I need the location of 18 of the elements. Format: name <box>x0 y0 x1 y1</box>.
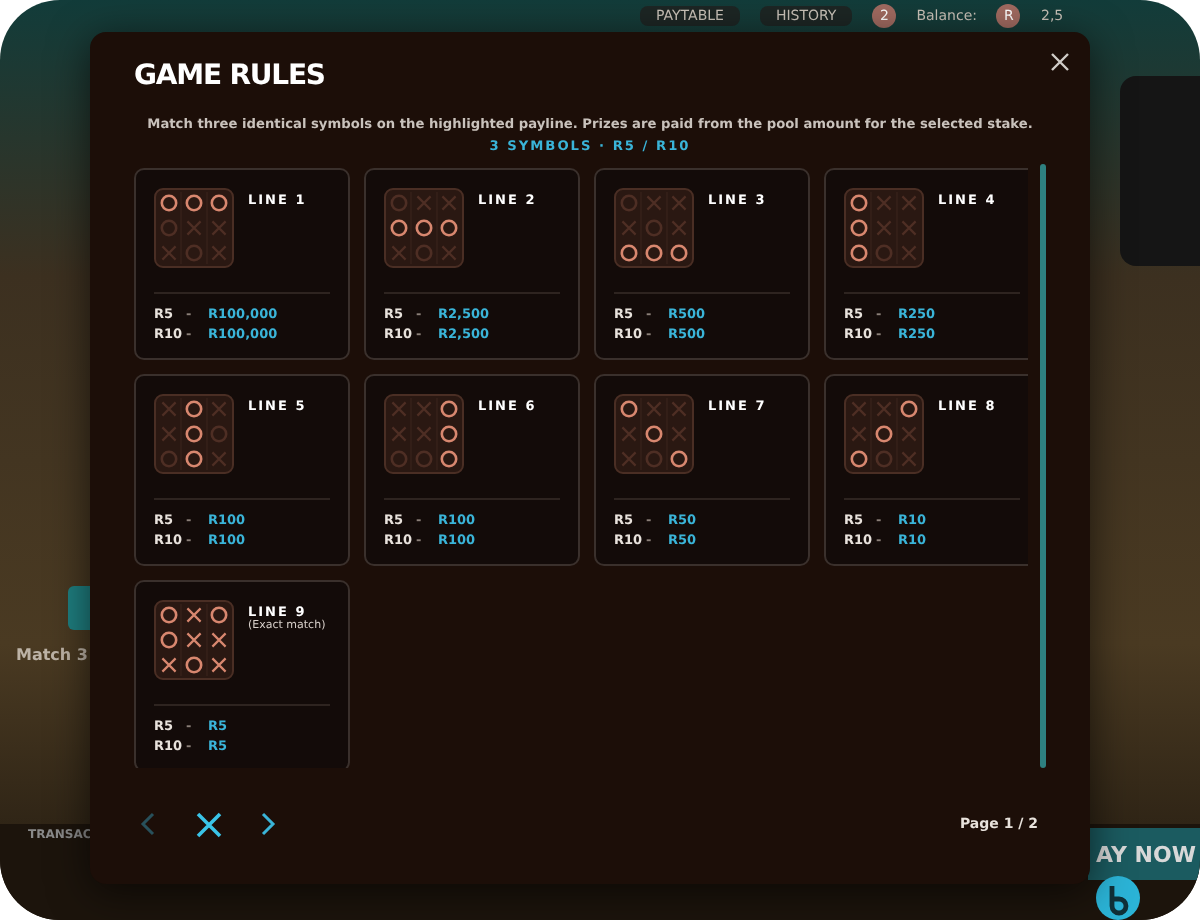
scrollbar-thumb[interactable] <box>1040 164 1046 768</box>
hint-text: Match 3 <box>16 646 90 664</box>
payline-grid-icon <box>844 188 924 268</box>
cross-icon[interactable] <box>194 808 222 840</box>
dialog-title: GAME RULES <box>134 60 325 92</box>
payline-grid-icon <box>154 394 234 474</box>
play-now-button[interactable]: AY NOW <box>1088 828 1200 880</box>
payline-grid-icon <box>154 600 234 680</box>
payline-grid-icon <box>154 188 234 268</box>
close-icon[interactable] <box>1046 48 1074 76</box>
payline-grid-icon <box>614 188 694 268</box>
payline-grid-icon <box>614 394 694 474</box>
payline-grid-icon <box>384 188 464 268</box>
chevron-left-icon <box>140 812 156 836</box>
payline-grid-icon <box>384 394 464 474</box>
brand-logo-icon <box>1096 876 1140 920</box>
payline-grid-icon <box>844 394 924 474</box>
chevron-right-icon <box>260 812 276 836</box>
